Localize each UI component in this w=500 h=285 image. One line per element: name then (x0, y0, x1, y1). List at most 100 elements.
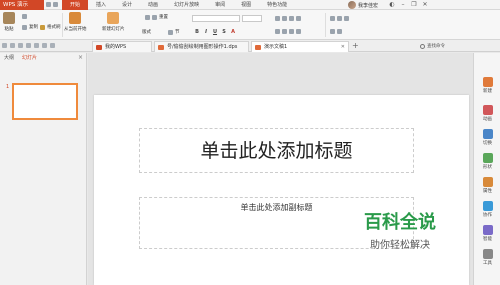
close-tab-icon[interactable]: ✕ (341, 42, 345, 52)
font-color-icon[interactable]: A (230, 29, 236, 35)
align-right-icon[interactable] (289, 29, 294, 34)
avatar[interactable] (348, 1, 356, 9)
transition-icon (482, 129, 493, 139)
tab-design[interactable]: 设计 (114, 0, 140, 10)
font-name-select[interactable] (192, 15, 240, 22)
doc-tab-label: 我的WPS (105, 44, 127, 50)
doc-tab-drawing-doc[interactable]: 号/偷偷刮绘制用图形操作1.dps (154, 41, 249, 52)
app-menu-button[interactable]: WPS 演示 (0, 0, 44, 10)
outdent-icon[interactable] (296, 16, 301, 21)
align-left-icon[interactable] (275, 29, 280, 34)
font-size-select[interactable] (242, 15, 262, 22)
sidebar-item-smart[interactable]: 智能 (474, 225, 500, 242)
sidebar-item-label: 属性 (483, 189, 492, 194)
format-painter-button[interactable]: 格式刷 (40, 24, 61, 30)
bold-icon[interactable]: B (194, 29, 200, 35)
paste-button[interactable]: 粘贴 (3, 12, 15, 32)
redo-icon[interactable] (50, 43, 55, 48)
tab-animation[interactable]: 动画 (140, 0, 166, 10)
close-panel-icon[interactable]: × (78, 53, 83, 63)
skin-icon[interactable]: ◐ (388, 1, 396, 9)
open-icon[interactable] (10, 43, 15, 48)
new-tab-icon[interactable]: + (352, 41, 359, 50)
tab-slides[interactable]: 幻灯片 (18, 53, 41, 63)
shape-icon[interactable] (337, 16, 342, 21)
tab-features[interactable]: 特色功能 (259, 0, 295, 10)
drawing-tools (330, 16, 349, 21)
justify-icon[interactable] (296, 29, 301, 34)
number-list-icon[interactable] (282, 16, 287, 21)
strikethrough-icon[interactable]: S (221, 29, 227, 35)
tab-review[interactable]: 审阅 (207, 0, 233, 10)
fill-icon[interactable] (337, 29, 342, 34)
sidebar-item-new[interactable]: 新建 (474, 77, 500, 94)
properties-icon (482, 177, 493, 187)
user-area[interactable]: 我李佳宏 (348, 1, 378, 9)
layout-button[interactable]: 版式 (142, 29, 151, 35)
watermark: 百科全说 助你轻松解决 (340, 208, 470, 256)
tab-outline[interactable]: 大纲 (0, 53, 18, 63)
undo-icon[interactable] (42, 43, 47, 48)
section-icon (168, 29, 173, 35)
sidebar-item-label: 智能 (483, 237, 492, 242)
title-placeholder[interactable]: 单击此处添加标题 (139, 128, 414, 173)
from-current-button[interactable]: 从当前开始 (64, 12, 87, 32)
textbox-icon[interactable] (330, 16, 335, 21)
sidebar-item-tools[interactable]: 工具 (474, 249, 500, 266)
search-command[interactable]: 查找命令 (420, 43, 445, 49)
close-icon[interactable]: ✕ (421, 1, 429, 9)
cut-icon (22, 14, 27, 19)
save-icon[interactable] (18, 43, 23, 48)
user-name[interactable]: 我李佳宏 (358, 2, 378, 9)
doc-tab-label: 演示文稿1 (264, 44, 288, 50)
collaborate-icon (482, 201, 493, 211)
slide-thumbnail[interactable] (12, 83, 78, 120)
sidebar-item-properties[interactable]: 属性 (474, 177, 500, 194)
animation-icon (482, 105, 493, 115)
copy-label: 复制 (29, 25, 38, 30)
save-icon[interactable] (46, 2, 51, 7)
sidebar-item-transition[interactable]: 切换 (474, 129, 500, 146)
picture-icon[interactable] (330, 29, 335, 34)
section-button[interactable]: 节 (168, 29, 180, 35)
sidebar-item-label: 动画 (483, 117, 492, 122)
arrange-icon[interactable] (344, 16, 349, 21)
sidebar-item-collaborate[interactable]: 协作 (474, 201, 500, 218)
from-current-label: 从当前开始 (64, 27, 87, 32)
ribbon-tabs: 开始 插入 设计 动画 幻灯片放映 审阅 视图 特色功能 (62, 0, 295, 10)
copy-button[interactable]: 复制 (22, 24, 38, 30)
bullet-list-icon[interactable] (275, 16, 280, 21)
layout-label: 版式 (142, 30, 151, 35)
restore-icon[interactable]: ❐ (410, 1, 418, 9)
sidebar-item-shape[interactable]: 形状 (474, 153, 500, 170)
align-center-icon[interactable] (282, 29, 287, 34)
search-command-label: 查找命令 (427, 44, 445, 49)
watermark-tagline: 助你轻松解决 (370, 240, 430, 251)
minimize-icon[interactable]: – (399, 1, 407, 9)
new-icon (482, 77, 493, 87)
italic-icon[interactable]: I (203, 29, 209, 35)
reset-button[interactable]: 重置 (145, 14, 168, 20)
new-slide-button[interactable]: 新建幻灯片 (102, 12, 125, 32)
tab-slideshow[interactable]: 幻灯片放映 (166, 0, 207, 10)
format-painter-icon (40, 24, 45, 30)
tab-view[interactable]: 视图 (233, 0, 259, 10)
doc-tab-my-wps[interactable]: 我的WPS (92, 41, 152, 52)
slide[interactable]: 单击此处添加标题 单击此处添加副标题 (94, 95, 469, 285)
print-icon[interactable] (26, 43, 31, 48)
reset-icon (152, 14, 157, 20)
sidebar-item-animation[interactable]: 动画 (474, 105, 500, 122)
copy-icon (22, 24, 27, 30)
preview-icon[interactable] (34, 43, 39, 48)
underline-icon[interactable]: U (212, 29, 218, 35)
format-painter-label: 格式刷 (47, 25, 61, 30)
cut-button[interactable] (22, 14, 27, 19)
ribbon: 粘贴 复制 格式刷 从当前开始 新建幻灯片 重置 版式 节 B I U S A (0, 10, 500, 40)
doc-tab-presentation1[interactable]: 演示文稿1 ✕ (251, 41, 349, 52)
new-icon[interactable] (2, 43, 7, 48)
tab-insert[interactable]: 插入 (88, 0, 114, 10)
tab-home[interactable]: 开始 (62, 0, 89, 10)
indent-icon[interactable] (289, 16, 294, 21)
undo-icon[interactable] (53, 2, 58, 7)
task-pane-sidebar: 新建 动画 切换 形状 属性 协作 智能 工具 (473, 53, 500, 285)
